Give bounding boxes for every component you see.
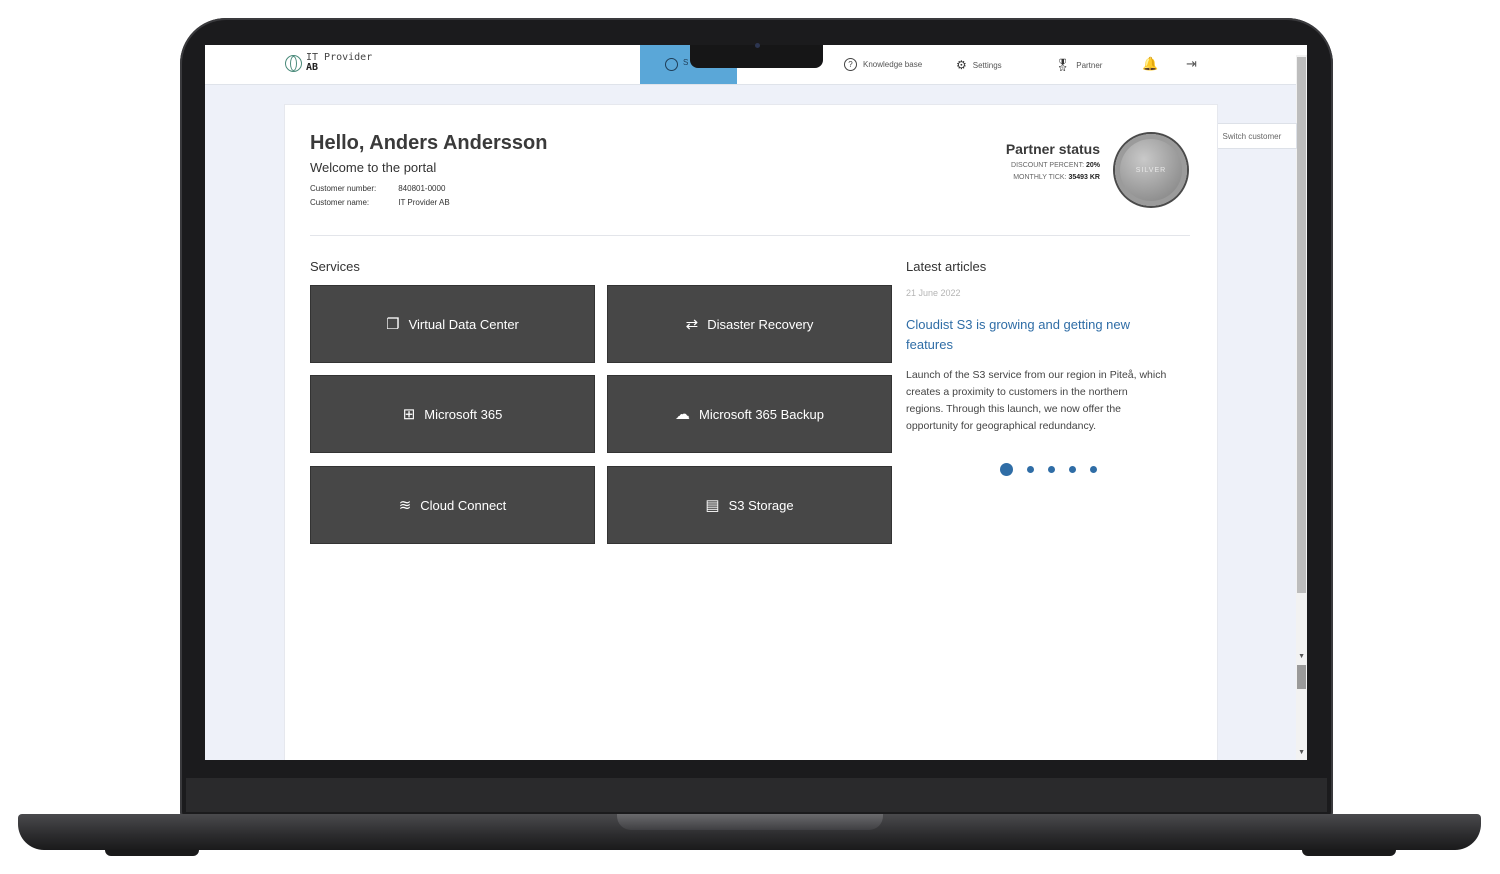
brand-logo[interactable]: IT Provider AB: [285, 53, 372, 73]
camera-icon: [755, 43, 760, 48]
carousel-dot[interactable]: [1027, 466, 1034, 473]
service-tile-s3-storage[interactable]: ▤ S3 Storage: [607, 466, 892, 544]
article-body: Launch of the S3 service from our region…: [906, 369, 1167, 432]
monthly-tick-row: MONTHLY TICK: 35493 KR: [1013, 174, 1100, 181]
discount-label: DISCOUNT PERCENT:: [1011, 162, 1085, 169]
scrollbar-thumb-secondary[interactable]: [1297, 665, 1306, 689]
scrollbar-thumb[interactable]: [1297, 57, 1306, 593]
scroll-down-arrow-icon[interactable]: ▼: [1298, 749, 1305, 756]
copy-icon: ❐: [386, 316, 400, 333]
customer-number-row: Customer number: 840801-0000: [310, 184, 445, 193]
dashboard-card: Hello, Anders Andersson Welcome to the p…: [284, 104, 1218, 760]
laptop-chin: [186, 778, 1327, 812]
laptop-foot-right: [1302, 849, 1396, 856]
screen: IT Provider AB S ? Knowledge base ⚙ Sett…: [205, 45, 1307, 760]
badge-tier-label: SILVER: [1135, 166, 1167, 174]
logout-icon[interactable]: ⇥: [1186, 56, 1197, 72]
monthly-tick-label: MONTHLY TICK:: [1013, 174, 1067, 181]
service-tile-label: Disaster Recovery: [707, 316, 814, 332]
camera-notch: [690, 45, 823, 68]
service-tile-virtual-data-center[interactable]: ❐ Virtual Data Center: [310, 285, 595, 363]
services-title: Services: [310, 259, 360, 274]
customer-name-value: IT Provider AB: [398, 198, 450, 207]
service-tile-label: Microsoft 365: [424, 406, 503, 422]
scroll-down-arrow-icon[interactable]: ▼: [1298, 653, 1305, 660]
nav-item-partner-label: Partner: [1076, 60, 1103, 70]
carousel-dot[interactable]: [1000, 463, 1013, 476]
carousel-dot[interactable]: [1048, 466, 1055, 473]
customer-name-label: Customer name:: [310, 198, 370, 207]
nav-item-services-label: S: [683, 58, 689, 67]
bell-icon[interactable]: 🔔: [1142, 56, 1158, 72]
switch-customer-label: Switch customer: [1222, 131, 1282, 141]
carousel-dots: [1000, 463, 1111, 476]
discount-value: 20%: [1085, 162, 1100, 169]
article-headline-link[interactable]: Cloudist S3 is growing and getting new f…: [906, 315, 1161, 355]
welcome-text: Welcome to the portal: [310, 160, 437, 175]
service-tile-label: Microsoft 365 Backup: [698, 406, 824, 422]
laptop-foot-left: [105, 849, 199, 856]
sync-icon: ⇄: [685, 316, 699, 333]
header-divider: [310, 235, 1190, 236]
service-tile-cloud-connect[interactable]: ≋ Cloud Connect: [310, 466, 595, 544]
nav-item-knowledge-base[interactable]: ? Knowledge base: [844, 58, 922, 71]
laptop-hinge-notch: [617, 814, 883, 830]
cloud-icon: ☁: [674, 406, 690, 423]
nav-item-partner[interactable]: 🎖 Partner: [1055, 58, 1102, 72]
service-tile-label: Virtual Data Center: [408, 316, 519, 332]
layers-icon: ≋: [398, 497, 412, 514]
service-tile-label: S3 Storage: [728, 497, 794, 513]
latest-articles-title: Latest articles: [906, 259, 987, 274]
nav-item-knowledge-label: Knowledge base: [863, 60, 923, 69]
globe-icon: [665, 58, 678, 71]
carousel-dot[interactable]: [1090, 466, 1097, 473]
service-tile-microsoft-365[interactable]: ⊞ Microsoft 365: [310, 375, 595, 453]
archive-icon: ▤: [705, 497, 720, 514]
carousel-dot[interactable]: [1069, 466, 1076, 473]
partner-status-title: Partner status: [1005, 141, 1100, 157]
brand-line-2: AB: [306, 62, 319, 73]
service-tile-label: Cloud Connect: [420, 497, 507, 513]
customer-name-row: Customer name: IT Provider AB: [310, 198, 450, 207]
gear-icon: ⚙: [956, 58, 967, 72]
discount-row: DISCOUNT PERCENT: 20%: [1011, 162, 1100, 169]
article-date: 21 June 2022: [906, 288, 961, 298]
customer-number-label: Customer number:: [310, 184, 377, 193]
windows-icon: ⊞: [402, 406, 416, 423]
greeting: Hello, Anders Andersson: [310, 132, 548, 154]
customer-number-value: 840801-0000: [398, 184, 446, 193]
brand-name: IT Provider AB: [306, 53, 372, 73]
service-tile-microsoft-365-backup[interactable]: ☁ Microsoft 365 Backup: [607, 375, 892, 453]
silver-medal-badge: SILVER: [1115, 134, 1187, 206]
globe-logo-icon: [285, 54, 302, 72]
monthly-tick-value: 35493 KR: [1068, 174, 1100, 181]
nav-item-settings[interactable]: ⚙ Settings: [956, 58, 1002, 72]
nav-item-settings-label: Settings: [972, 60, 1002, 70]
question-icon: ?: [844, 58, 857, 71]
award-icon: 🎖: [1055, 58, 1071, 72]
service-tile-disaster-recovery[interactable]: ⇄ Disaster Recovery: [607, 285, 892, 363]
